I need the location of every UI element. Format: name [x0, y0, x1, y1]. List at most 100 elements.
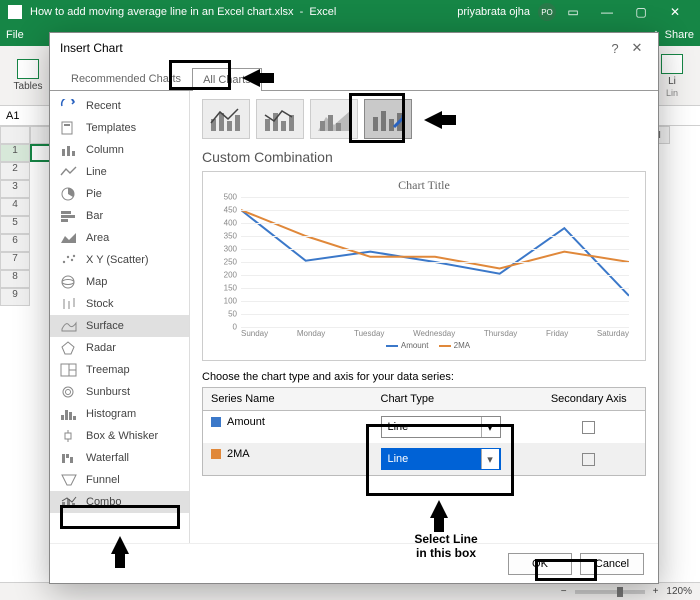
share-label: Share	[665, 29, 694, 41]
maximize-button[interactable]: ▢	[624, 5, 658, 19]
chart-type-funnel[interactable]: Funnel	[50, 469, 189, 491]
chart-type-header: Chart Type	[373, 388, 533, 411]
recent-icon	[60, 99, 78, 113]
filename: How to add moving average line in an Exc…	[30, 6, 294, 18]
series-row-2ma[interactable]: 2MA Line▾	[203, 443, 646, 476]
window-title: How to add moving average line in an Exc…	[30, 6, 449, 18]
chart-type-radar[interactable]: Radar	[50, 337, 189, 359]
preview-title: Chart Title	[213, 178, 635, 193]
line-icon	[60, 165, 78, 179]
combo-subtype-custom[interactable]	[364, 99, 412, 139]
subtype-row	[202, 99, 646, 139]
secondary-axis-checkbox-2ma[interactable]	[582, 453, 595, 466]
waterfall-icon	[60, 451, 78, 465]
boxwhisker-icon	[60, 429, 78, 443]
li-icon	[661, 54, 683, 74]
funnel-icon	[60, 473, 78, 487]
chart-type-treemap[interactable]: Treemap	[50, 359, 189, 381]
zoom-in[interactable]: +	[653, 586, 659, 597]
combo-subtype-1[interactable]	[202, 99, 250, 139]
row-header[interactable]: 9	[0, 288, 30, 306]
cancel-button[interactable]: Cancel	[580, 553, 644, 575]
series-instruction: Choose the chart type and axis for your …	[202, 371, 646, 383]
ok-button[interactable]: OK	[508, 553, 572, 575]
chevron-down-icon: ▾	[481, 449, 499, 469]
chart-type-boxwhisker[interactable]: Box & Whisker	[50, 425, 189, 447]
zoom-out[interactable]: −	[561, 586, 567, 597]
chart-type-recent[interactable]: Recent	[50, 95, 189, 117]
tables-button[interactable]: Tables	[8, 59, 48, 93]
chart-type-list: Recent Templates Column Line Pie Bar Are…	[50, 91, 190, 543]
chart-config-panel: Custom Combination Chart Title 500450400…	[190, 91, 658, 543]
chart-type-area[interactable]: Area	[50, 227, 189, 249]
combo-subtype-2[interactable]	[256, 99, 304, 139]
radar-icon	[60, 341, 78, 355]
chart-preview[interactable]: Chart Title 5004504003503002502001501005…	[202, 171, 646, 361]
combo-icon	[60, 495, 78, 509]
chart-type-bar[interactable]: Bar	[50, 205, 189, 227]
select-all-corner[interactable]	[0, 126, 30, 144]
row-header[interactable]: 3	[0, 180, 30, 198]
chart-type-templates[interactable]: Templates	[50, 117, 189, 139]
scatter-icon	[60, 253, 78, 267]
row-header[interactable]: 1	[0, 144, 30, 162]
preview-legend: Amount 2MA	[213, 341, 635, 350]
stock-icon	[60, 297, 78, 311]
series-swatch	[211, 417, 221, 427]
row-header[interactable]: 8	[0, 270, 30, 288]
tab-recommended[interactable]: Recommended Charts	[60, 67, 192, 90]
row-header[interactable]: 4	[0, 198, 30, 216]
user-avatar[interactable]: PO	[538, 3, 556, 21]
chart-type-select-2ma[interactable]: Line▾	[381, 448, 501, 470]
combo-subtype-3[interactable]	[310, 99, 358, 139]
dialog-close-button[interactable]: ✕	[626, 40, 648, 56]
name-box[interactable]: A1	[0, 110, 52, 122]
chevron-down-icon: ▾	[481, 417, 499, 437]
user-name: priyabrata ojha	[457, 6, 530, 18]
bar-icon	[60, 209, 78, 223]
chart-type-stock[interactable]: Stock	[50, 293, 189, 315]
secondary-axis-checkbox-amount[interactable]	[582, 421, 595, 434]
tab-all-charts[interactable]: All Charts	[192, 68, 262, 91]
insert-chart-dialog: Insert Chart ? ✕ Recommended Charts All …	[49, 32, 659, 584]
chart-type-histogram[interactable]: Histogram	[50, 403, 189, 425]
chart-type-line[interactable]: Line	[50, 161, 189, 183]
chart-type-surface[interactable]: Surface	[50, 315, 189, 337]
chart-type-select-amount[interactable]: Line▾	[381, 416, 501, 438]
dialog-tabs: Recommended Charts All Charts	[50, 63, 658, 91]
series-row-amount[interactable]: Amount Line▾	[203, 411, 646, 444]
minimize-button[interactable]: —	[590, 5, 624, 19]
pie-icon	[60, 187, 78, 201]
surface-icon	[60, 319, 78, 333]
row-header[interactable]: 2	[0, 162, 30, 180]
area-icon	[60, 231, 78, 245]
chart-type-combo[interactable]: Combo	[50, 491, 189, 513]
dialog-titlebar[interactable]: Insert Chart ? ✕	[50, 33, 658, 63]
map-icon	[60, 275, 78, 289]
tables-icon	[17, 59, 39, 79]
row-header[interactable]: 5	[0, 216, 30, 234]
series-table: Series Name Chart Type Secondary Axis Am…	[202, 387, 646, 476]
chart-type-column[interactable]: Column	[50, 139, 189, 161]
status-bar: − + 120%	[0, 582, 700, 600]
templates-icon	[60, 121, 78, 135]
chart-type-scatter[interactable]: X Y (Scatter)	[50, 249, 189, 271]
zoom-slider[interactable]	[575, 590, 645, 594]
combo-heading: Custom Combination	[202, 149, 646, 165]
help-button[interactable]: ?	[604, 41, 626, 56]
series-name-header: Series Name	[203, 388, 373, 411]
chart-type-sunburst[interactable]: Sunburst	[50, 381, 189, 403]
chart-type-pie[interactable]: Pie	[50, 183, 189, 205]
chart-type-map[interactable]: Map	[50, 271, 189, 293]
close-button[interactable]: ✕	[658, 5, 692, 19]
row-header[interactable]: 7	[0, 252, 30, 270]
annotation-text: Select Line in this box	[396, 532, 496, 560]
excel-icon	[8, 5, 22, 19]
file-tab[interactable]: File	[6, 29, 24, 41]
dialog-footer: OK Cancel	[50, 543, 658, 583]
zoom-level[interactable]: 120%	[666, 586, 692, 597]
ribbon-options-button[interactable]: ▭	[556, 5, 590, 19]
row-header[interactable]: 6	[0, 234, 30, 252]
chart-type-waterfall[interactable]: Waterfall	[50, 447, 189, 469]
row-headers: 1 2 3 4 5 6 7 8 9	[0, 144, 30, 306]
